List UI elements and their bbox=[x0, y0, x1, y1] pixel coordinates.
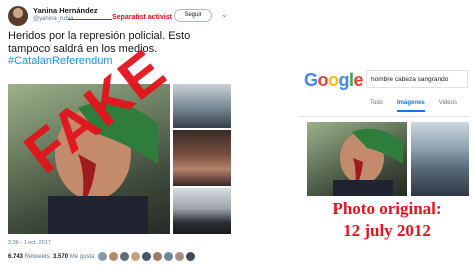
liker-avatar[interactable] bbox=[109, 252, 118, 261]
chevron-down-icon[interactable]: ⌄ bbox=[221, 10, 228, 19]
liker-avatar[interactable] bbox=[175, 252, 184, 261]
annotation-label: Separatist activist bbox=[112, 14, 172, 21]
search-result-image-side[interactable] bbox=[411, 122, 469, 196]
author-name[interactable]: Yanina Hernández bbox=[33, 6, 98, 15]
tweet-timestamp[interactable]: 2:36 - 1 oct. 2017 bbox=[8, 240, 51, 246]
annotation-underline bbox=[68, 18, 112, 20]
tweet-stats: 6.743 Retweets 3.570 Me gusta bbox=[8, 254, 94, 260]
follow-button[interactable]: Seguir bbox=[174, 9, 212, 22]
liker-avatar[interactable] bbox=[142, 252, 151, 261]
liker-avatar[interactable] bbox=[164, 252, 173, 261]
like-label: Me gusta bbox=[69, 254, 95, 260]
google-logo[interactable]: Google bbox=[304, 70, 364, 91]
tabs-divider bbox=[298, 116, 470, 117]
tweet-photo-injured-face[interactable] bbox=[173, 130, 231, 186]
author-avatar[interactable] bbox=[8, 6, 28, 26]
tab-todo[interactable]: Todo bbox=[370, 100, 383, 112]
retweet-label: Retweets bbox=[24, 254, 50, 260]
google-logo-letter: o bbox=[328, 70, 339, 90]
tweet-photo-police[interactable] bbox=[173, 188, 231, 234]
tab-videos[interactable]: Videos bbox=[439, 100, 457, 112]
tweet-photo-crowd[interactable] bbox=[173, 84, 231, 128]
search-input[interactable]: hombre cabeza sangrando bbox=[366, 70, 468, 88]
liker-avatar[interactable] bbox=[153, 252, 162, 261]
google-logo-letter: e bbox=[353, 70, 364, 90]
retweet-count[interactable]: 6.743 bbox=[8, 254, 23, 260]
caption-line-1: Photo original: bbox=[332, 199, 442, 218]
like-count[interactable]: 3.570 bbox=[53, 254, 68, 260]
google-logo-letter: g bbox=[338, 70, 350, 90]
google-logo-letter: o bbox=[317, 70, 329, 90]
liker-avatar[interactable] bbox=[131, 252, 140, 261]
photo-original-caption: Photo original: 12 july 2012 bbox=[302, 198, 472, 242]
liker-avatars bbox=[98, 252, 195, 263]
liker-avatar[interactable] bbox=[120, 252, 129, 261]
caption-line-2: 12 july 2012 bbox=[343, 221, 431, 240]
liker-avatar[interactable] bbox=[186, 252, 195, 261]
tweet-card: Yanina Hernández @yanina_rubia Separatis… bbox=[2, 2, 234, 264]
tweet-text-line: Heridos por la represión policial. Esto bbox=[8, 30, 191, 42]
liker-avatar[interactable] bbox=[98, 252, 107, 261]
original-photo bbox=[333, 128, 403, 196]
search-tabs: Todo Imágenes Videos bbox=[370, 100, 457, 112]
search-result-image-main[interactable] bbox=[307, 122, 407, 196]
google-logo-letter: G bbox=[304, 70, 318, 90]
tab-imagenes[interactable]: Imágenes bbox=[397, 100, 425, 112]
